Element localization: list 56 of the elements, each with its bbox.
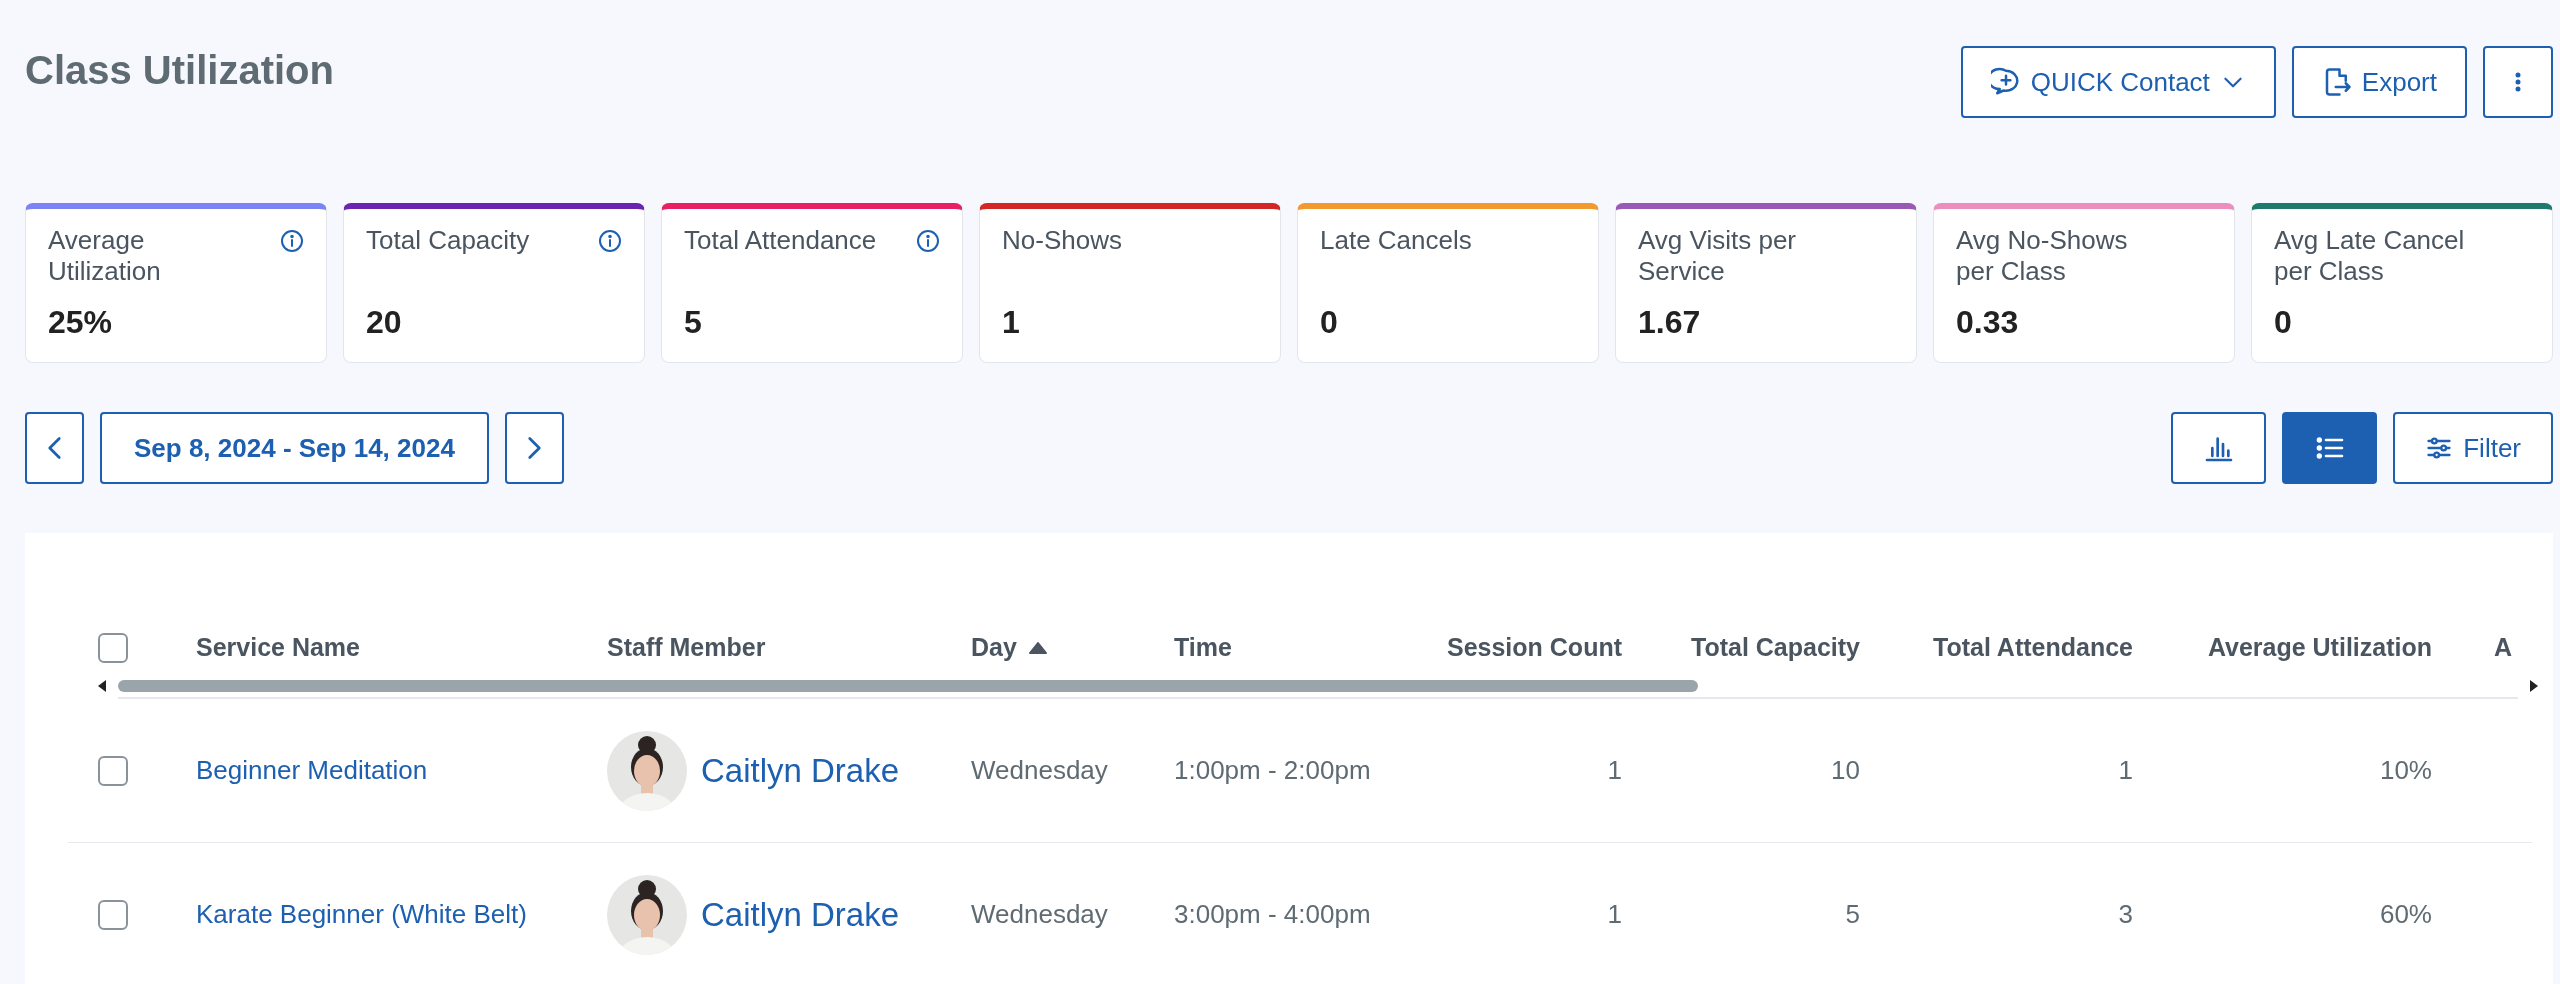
column-header[interactable]: Day — [971, 629, 1017, 667]
table-cell-text: Wednesday — [971, 898, 1108, 931]
page-title: Class Utilization — [25, 47, 334, 94]
more-options-button[interactable] — [2483, 46, 2553, 118]
stat-value: 5 — [684, 303, 703, 342]
staff-link[interactable]: Caitlyn Drake — [701, 745, 900, 796]
stat-value: 0 — [2274, 303, 2293, 342]
stat-label: Avg Visits per Service — [1638, 225, 1797, 288]
table-cell-text: 10% — [2379, 754, 2432, 787]
stat-label: No-Shows — [1002, 225, 1122, 257]
stat-value: 0.33 — [1956, 303, 2020, 342]
staff-link[interactable]: Caitlyn Drake — [701, 889, 900, 940]
column-header[interactable]: Total Attendance — [1933, 629, 2133, 667]
column-header[interactable]: Staff Member — [607, 629, 766, 667]
stat-value: 1 — [1002, 303, 1021, 342]
filter-button[interactable]: Filter — [2393, 412, 2553, 484]
stat-label: Avg Late Cancel per Class — [2274, 225, 2466, 288]
row-checkbox[interactable] — [98, 755, 128, 786]
column-header[interactable]: Service Name — [196, 629, 360, 667]
service-link[interactable]: Karate Beginner (White Belt) — [196, 895, 527, 934]
table-cell-text: 1 — [1607, 898, 1622, 931]
chart-view-button[interactable] — [2171, 412, 2267, 484]
next-week-button[interactable] — [504, 412, 564, 484]
row-checkbox[interactable] — [98, 899, 128, 930]
table-cell-text: 1 — [1607, 754, 1622, 787]
stat-value: 0 — [1320, 303, 1339, 342]
stat-label: Total Attendance — [684, 225, 877, 257]
list-view-button[interactable] — [2282, 412, 2378, 484]
table-cell-text: 1 — [2118, 754, 2133, 787]
stat-value: 1.67 — [1638, 303, 1702, 342]
column-header[interactable]: Average Utilization — [2207, 629, 2432, 667]
previous-week-button[interactable] — [25, 412, 84, 484]
column-header[interactable]: A — [2494, 629, 2513, 667]
date-range-button[interactable]: Sep 8, 2024 - Sep 14, 2024 — [100, 412, 489, 484]
contact-button[interactable]: QUICK Contact — [1960, 46, 2276, 118]
stat-value: 25% — [48, 303, 114, 342]
service-link[interactable]: Beginner Meditation — [196, 751, 428, 790]
table-cell-text: 5 — [1845, 898, 1860, 931]
table-cell-text: Wednesday — [971, 754, 1108, 787]
stat-label: Avg No-Shows per Class — [1956, 225, 2129, 288]
column-header[interactable]: Total Capacity — [1690, 629, 1860, 667]
table-cell-text: 60% — [2379, 898, 2432, 931]
column-header[interactable]: Time — [1174, 629, 1232, 667]
table-cell-text: 3 — [2118, 898, 2133, 931]
table-cell-text: 10 — [1831, 754, 1860, 787]
column-header[interactable]: Session Count — [1447, 629, 1622, 667]
export-button[interactable]: Export — [2291, 46, 2467, 118]
select-all-checkbox[interactable] — [98, 633, 128, 663]
stat-label: Late Cancels — [1320, 225, 1472, 257]
table-cell-text: 1:00pm - 2:00pm — [1174, 754, 1371, 787]
chat-plus-icon — [1990, 67, 2021, 97]
stat-label: Total Capacity — [366, 225, 530, 257]
stat-label: Average Utilization — [48, 225, 162, 288]
sort-ascending-icon[interactable] — [1028, 642, 1047, 654]
stat-value: 20 — [366, 303, 403, 342]
table-cell-text: 3:00pm - 4:00pm — [1174, 898, 1371, 931]
